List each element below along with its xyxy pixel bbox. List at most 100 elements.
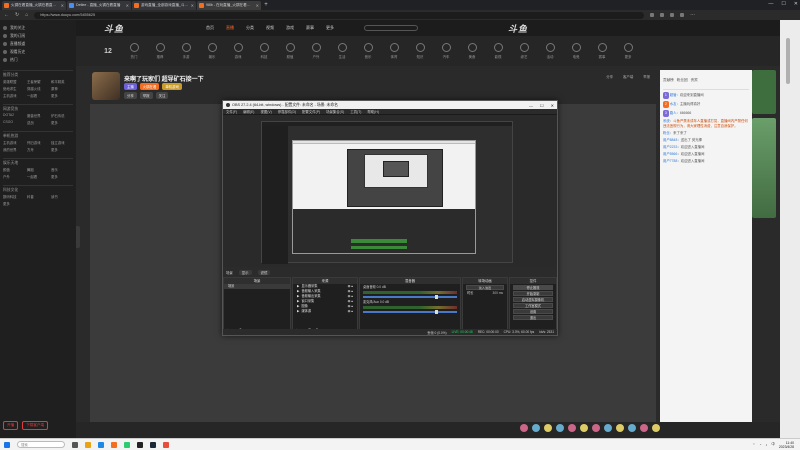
gift-icon[interactable] bbox=[592, 424, 600, 432]
sidebar-category-link[interactable]: 和平精英 bbox=[51, 79, 73, 84]
sidebar-item[interactable]: 我的订阅 bbox=[3, 32, 73, 40]
back-icon[interactable]: ← bbox=[4, 12, 9, 18]
sidebar-category-link[interactable]: 主机游戏 bbox=[3, 93, 25, 98]
sidebar-category-link[interactable]: 怀旧游戏 bbox=[27, 140, 49, 145]
sidebar-category-link[interactable]: 逆战 bbox=[27, 120, 49, 125]
category-item[interactable]: 娱乐 bbox=[200, 43, 224, 59]
url-field[interactable]: https://www.douyu.com/5455625 bbox=[34, 11, 645, 19]
close-icon[interactable]: ✕ bbox=[551, 103, 554, 108]
sidebar-category-link[interactable]: 方舟 bbox=[27, 147, 49, 152]
site-logo[interactable]: 斗鱼 bbox=[76, 22, 206, 35]
site-search-input[interactable] bbox=[364, 25, 418, 31]
close-icon[interactable]: ✕ bbox=[256, 3, 259, 8]
sidebar-category-link[interactable]: 炉石传说 bbox=[51, 113, 73, 118]
sidebar-category-link[interactable]: 颜值 bbox=[3, 167, 25, 172]
chat-tab[interactable]: 贡献榜 bbox=[663, 78, 674, 83]
gift-icon[interactable] bbox=[580, 424, 588, 432]
taskbar-search-input[interactable]: 搜索 bbox=[17, 441, 65, 448]
sidebar-footer-button[interactable]: 下载客户端 bbox=[22, 421, 49, 430]
obs-control-button[interactable]: 启动虚拟摄像机 bbox=[513, 297, 553, 302]
gift-icon[interactable] bbox=[532, 424, 540, 432]
chat-username[interactable]: 粉丝 bbox=[663, 131, 670, 135]
browser-tab[interactable]: Detlee - 直播_火锅在看直播 ✕ bbox=[67, 1, 131, 10]
sidebar-category-link[interactable]: 户外 bbox=[3, 174, 25, 179]
obs-menu-item[interactable]: 配置文件(P) bbox=[302, 109, 320, 114]
room-tag[interactable]: 火锅在看 bbox=[139, 83, 160, 90]
sidebar-category-link[interactable]: 绝地求生 bbox=[3, 86, 25, 91]
duration-input[interactable]: 300 ms bbox=[493, 291, 503, 296]
sidebar-category-link[interactable]: 更多 bbox=[51, 120, 73, 125]
chat-tab[interactable]: 粉丝团 bbox=[677, 78, 688, 83]
obs-menu-item[interactable]: 场景集合(S) bbox=[326, 109, 344, 114]
more-icon[interactable]: ⋯ bbox=[690, 12, 695, 18]
sidebar-category-link[interactable]: 王者荣耀 bbox=[27, 79, 49, 84]
network-icon[interactable]: ◔ bbox=[759, 443, 761, 447]
maximize-icon[interactable]: ☐ bbox=[540, 103, 544, 108]
sidebar-category-link[interactable]: 音乐 bbox=[51, 167, 73, 172]
chat-username[interactable]: 超管 bbox=[670, 93, 677, 97]
category-item[interactable]: 推荐 bbox=[148, 43, 172, 59]
sidebar-category-link[interactable]: DOTA2 bbox=[3, 113, 25, 118]
sidebar-collapse-handle[interactable] bbox=[76, 226, 80, 248]
scene-filters-button[interactable]: 滤镜 bbox=[257, 269, 271, 275]
close-icon[interactable]: ✕ bbox=[61, 3, 64, 8]
close-icon[interactable]: ✕ bbox=[191, 3, 194, 8]
gift-icon[interactable] bbox=[640, 424, 648, 432]
category-item[interactable]: 更多 bbox=[616, 43, 640, 59]
home-icon[interactable]: ⌂ bbox=[25, 12, 28, 18]
volume-slider[interactable] bbox=[363, 310, 457, 314]
obs-preview[interactable] bbox=[223, 115, 557, 267]
nav-item[interactable]: 更多 bbox=[326, 25, 334, 31]
profile-icon[interactable] bbox=[680, 13, 685, 17]
chat-username[interactable]: 用户8848 bbox=[663, 138, 677, 142]
sidebar-category-link[interactable]: 穿越火线 bbox=[27, 86, 49, 91]
sidebar-category-link[interactable]: 更多 bbox=[51, 174, 73, 179]
close-icon[interactable]: ✕ bbox=[126, 3, 129, 8]
browser-tab-active[interactable]: 98lb - 在玩直播_火锅在看直播 ✕ bbox=[197, 1, 261, 10]
promo-banner[interactable] bbox=[752, 70, 776, 114]
sidebar-item[interactable]: 直播频道 bbox=[3, 40, 73, 48]
taskbar-clock[interactable]: 11:40 2023/4/28 bbox=[779, 441, 794, 449]
windows-start-icon[interactable] bbox=[4, 441, 10, 448]
obs-menu-item[interactable]: 文件(F) bbox=[226, 109, 237, 114]
volume-icon[interactable]: ♪ bbox=[766, 443, 768, 447]
scene-show-button[interactable]: 显示 bbox=[238, 269, 252, 275]
collections-icon[interactable] bbox=[670, 13, 675, 17]
sidebar-item[interactable]: 我的关注 bbox=[3, 24, 73, 32]
sidebar-category-link[interactable]: 更多 bbox=[51, 147, 73, 152]
gift-icon[interactable] bbox=[616, 424, 624, 432]
sidebar-category-link[interactable]: 一起看 bbox=[27, 93, 49, 98]
category-item[interactable]: 汽车 bbox=[434, 43, 458, 59]
sidebar-category-link[interactable]: 科普 bbox=[27, 194, 49, 199]
maximize-icon[interactable]: ☐ bbox=[781, 1, 785, 7]
sidebar-category-link[interactable]: CSGO bbox=[3, 120, 25, 125]
minimize-icon[interactable]: — bbox=[768, 1, 773, 7]
category-item[interactable]: 知识 bbox=[408, 43, 432, 59]
gift-icon[interactable] bbox=[556, 424, 564, 432]
room-action[interactable]: 关注 bbox=[155, 92, 169, 99]
category-item[interactable]: 颜值 bbox=[278, 43, 302, 59]
input-language[interactable]: 中 bbox=[771, 442, 775, 447]
obs-menu-item[interactable]: 工具(T) bbox=[350, 109, 361, 114]
sidebar-category-link[interactable]: 我的世界 bbox=[3, 147, 25, 152]
steam-icon[interactable] bbox=[150, 441, 156, 448]
streamer-avatar[interactable] bbox=[92, 72, 120, 100]
refresh-icon[interactable]: ↻ bbox=[15, 12, 19, 18]
share-link[interactable]: 分享 bbox=[606, 74, 613, 79]
gift-icon[interactable] bbox=[568, 424, 576, 432]
wechat-icon[interactable] bbox=[124, 441, 130, 448]
nav-item[interactable]: 首页 bbox=[206, 25, 214, 31]
favorites-icon[interactable] bbox=[660, 13, 665, 17]
category-item[interactable]: 游戏 bbox=[226, 43, 250, 59]
category-item[interactable]: 美食 bbox=[460, 43, 484, 59]
chat-username[interactable]: 用户5566 bbox=[663, 152, 677, 156]
chat-username[interactable]: 水友 bbox=[670, 102, 677, 106]
obs-control-button[interactable]: 开始录制 bbox=[513, 291, 553, 296]
chat-username[interactable]: 用户7788 bbox=[663, 159, 677, 163]
nav-item[interactable]: 分类 bbox=[246, 25, 254, 31]
gift-icon[interactable] bbox=[544, 424, 552, 432]
category-item[interactable]: 体育 bbox=[382, 43, 406, 59]
chat-username[interactable]: 系统 bbox=[663, 119, 670, 123]
gift-icon[interactable] bbox=[604, 424, 612, 432]
extension-icon[interactable] bbox=[650, 13, 655, 17]
